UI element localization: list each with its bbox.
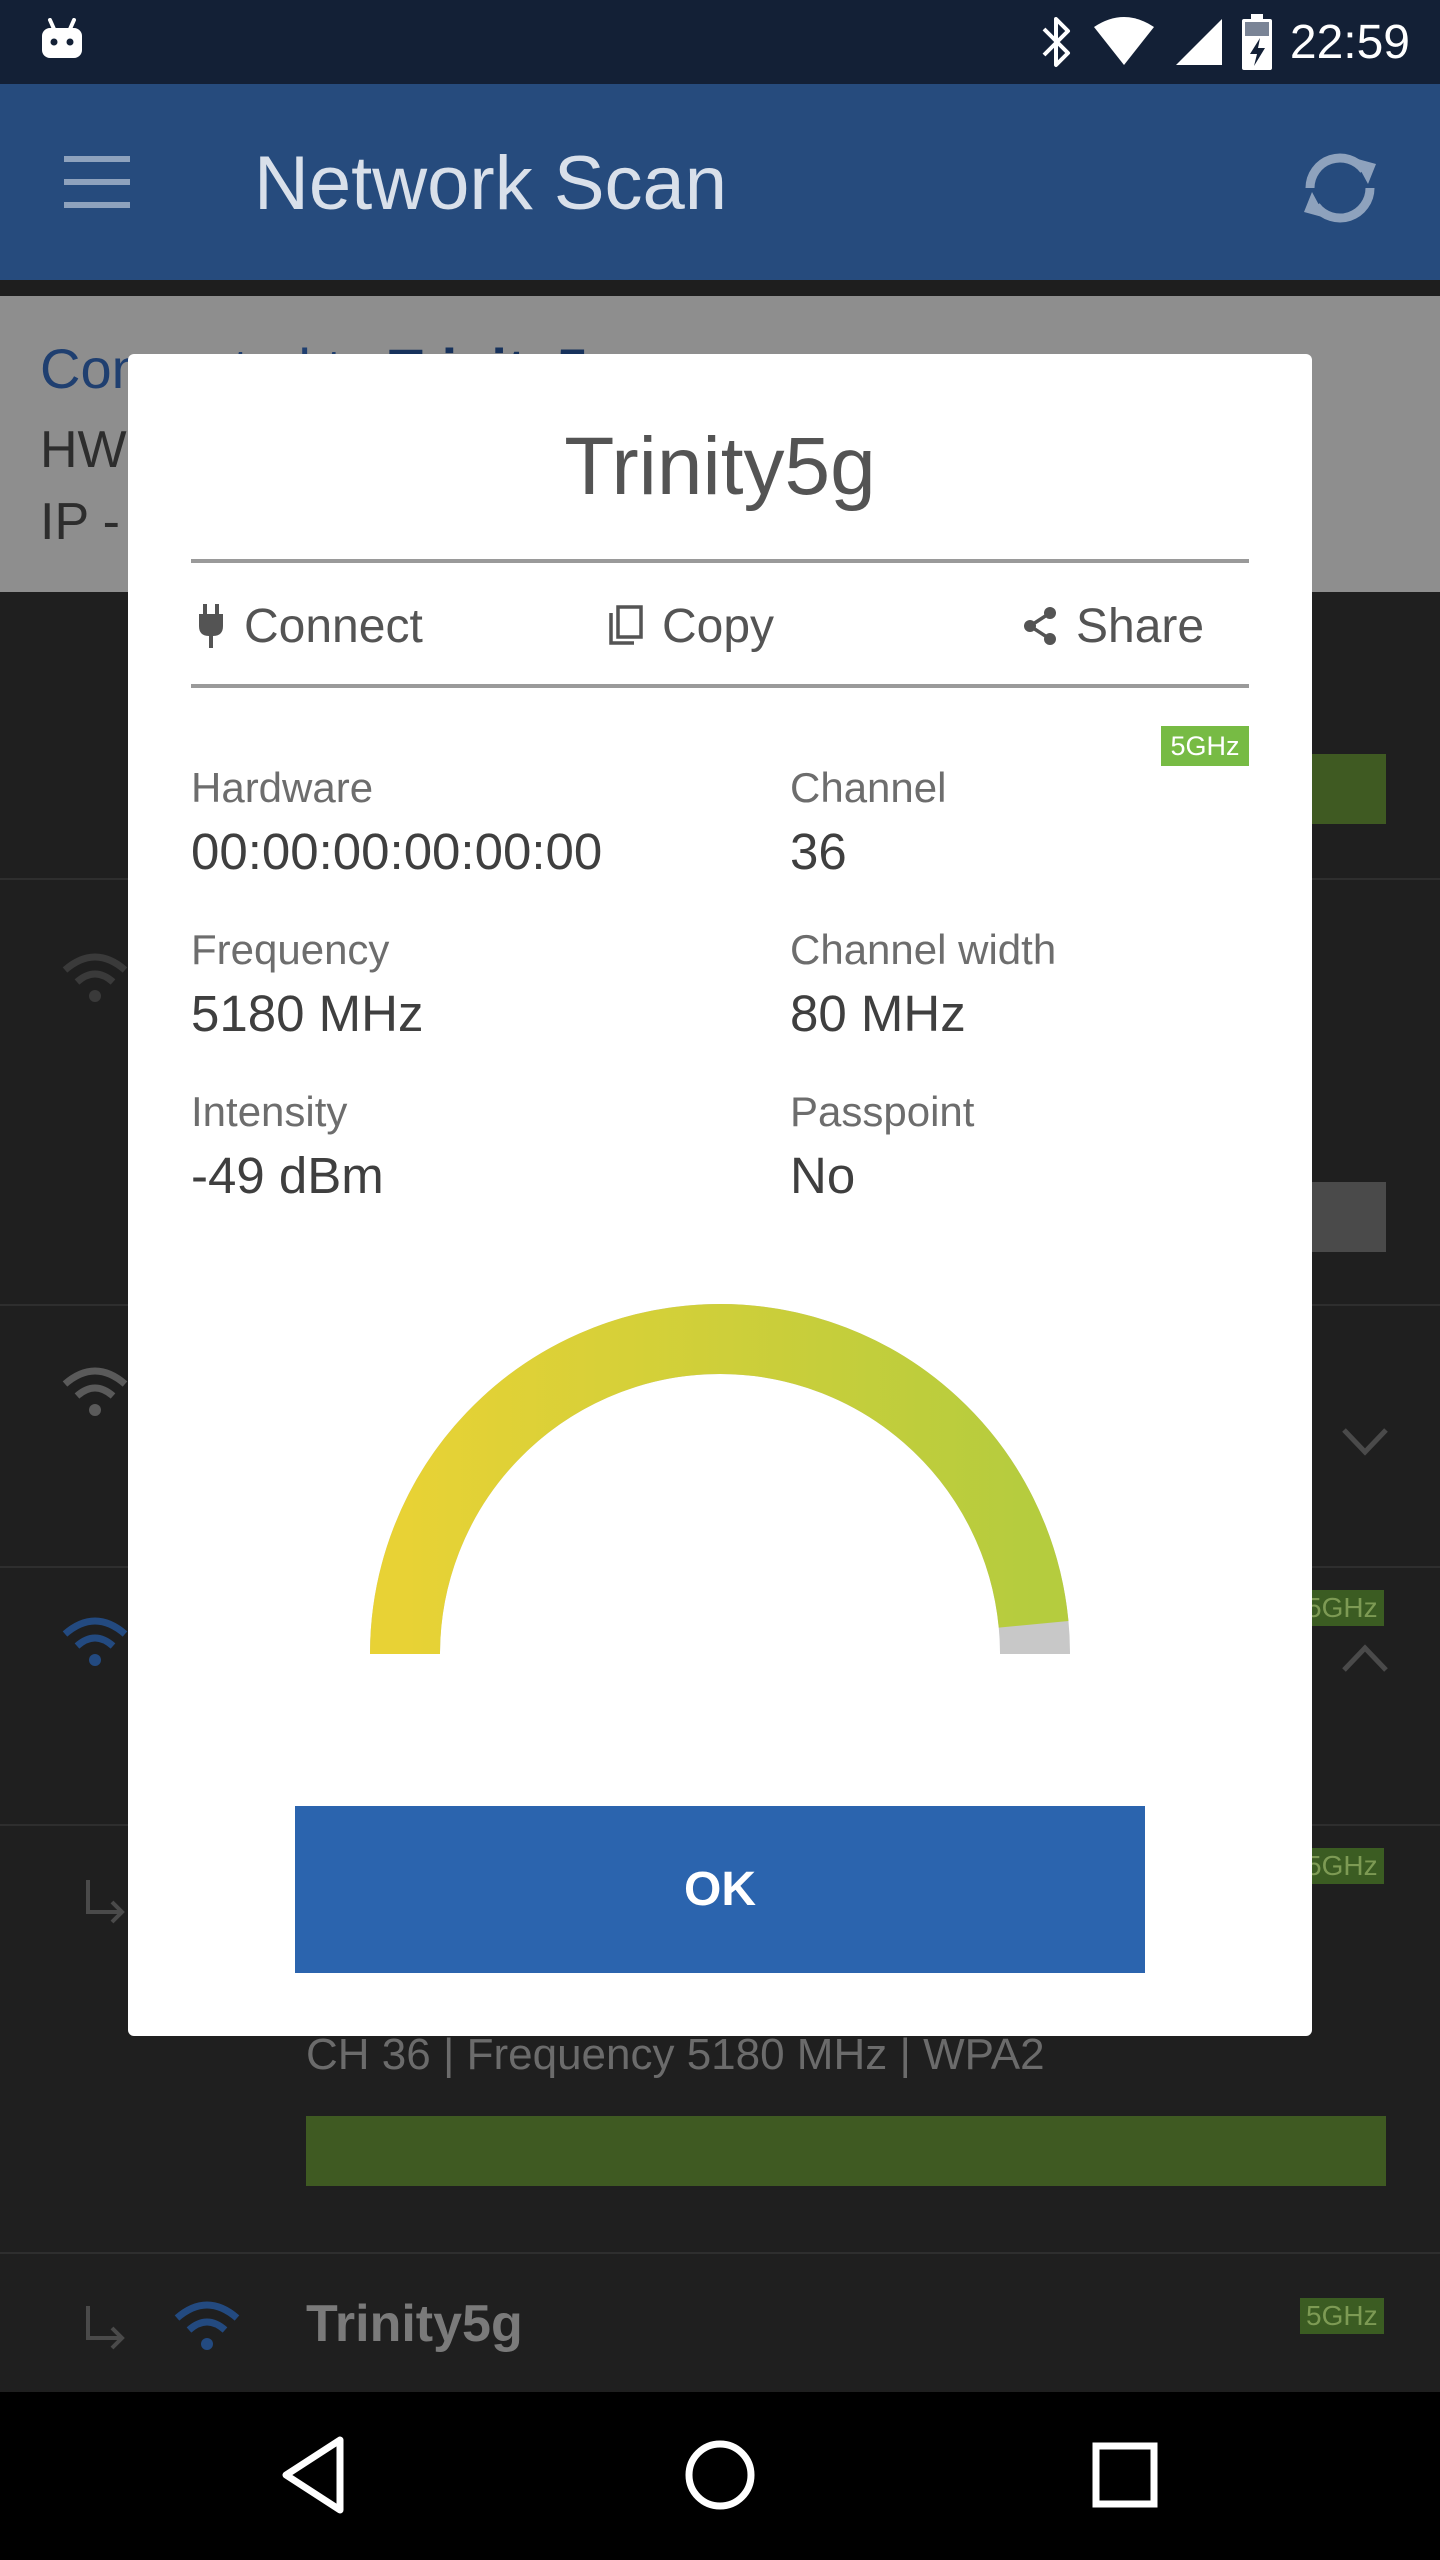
field-label: Intensity [191, 1088, 348, 1135]
back-icon[interactable] [270, 2430, 360, 2520]
connect-button[interactable]: Connect [196, 586, 423, 666]
channel-width-field: Channel width 80 MHz [790, 924, 1056, 1046]
signal-bar [1300, 1182, 1386, 1252]
navigation-bar [0, 2392, 1440, 2560]
copy-label: Copy [662, 599, 775, 653]
battery-charging-icon [1241, 14, 1272, 70]
sub-arrow-icon [86, 2306, 125, 2350]
ok-button[interactable]: OK [295, 1806, 1145, 1973]
signal-bar [1300, 754, 1386, 824]
wifi-connected-icon [62, 1617, 128, 1666]
share-label: Share [1076, 599, 1205, 653]
android-icon [42, 18, 82, 58]
field-value: 00:00:00:00:00:00 [191, 823, 603, 880]
chevron-up-icon[interactable] [1340, 1634, 1390, 1684]
refresh-icon[interactable] [1296, 144, 1384, 232]
share-icon [1024, 607, 1056, 645]
signal-strength-gauge [370, 1304, 1070, 1655]
divider [191, 684, 1249, 688]
sub-arrow-icon [86, 1880, 125, 1924]
dialog-title: Trinity5g [564, 421, 876, 512]
field-value: 5180 MHz [191, 985, 424, 1042]
share-button[interactable]: Share [1022, 586, 1204, 666]
app-title: Network Scan [254, 141, 728, 226]
copy-button[interactable]: Copy [608, 586, 774, 666]
chevron-down-icon[interactable] [1340, 1416, 1390, 1466]
passpoint-field: Passpoint No [790, 1086, 974, 1208]
app-bar: Network Scan [0, 84, 1440, 280]
hardware-label: HW [40, 421, 127, 479]
field-label: Channel [790, 764, 947, 811]
band-badge: 5GHz [1161, 726, 1249, 766]
list-item[interactable]: Trinity5g 5GHz [0, 2254, 1440, 2394]
ip-label: IP - [40, 493, 120, 551]
recents-icon[interactable] [1080, 2430, 1170, 2520]
status-bar: 22:59 [0, 0, 1440, 84]
intensity-field: Intensity -49 dBm [191, 1086, 384, 1208]
field-label: Hardware [191, 764, 374, 811]
field-label: Frequency [191, 926, 390, 973]
connect-label: Connect [244, 599, 423, 653]
divider [191, 559, 1249, 563]
bluetooth-icon [1042, 17, 1070, 67]
frequency-field: Frequency 5180 MHz [191, 924, 423, 1046]
home-icon[interactable] [675, 2430, 765, 2520]
plug-icon [199, 604, 223, 648]
wifi-icon [62, 953, 128, 1002]
wifi-icon [62, 1367, 128, 1416]
field-label: Passpoint [790, 1088, 975, 1135]
hardware-field: Hardware 00:00:00:00:00:00 [191, 762, 602, 884]
field-value: 80 MHz [790, 985, 966, 1042]
wifi-signal-icon [1093, 17, 1154, 65]
field-value: No [790, 1147, 856, 1204]
menu-icon[interactable] [64, 156, 130, 208]
copy-icon [609, 605, 643, 645]
channel-field: Channel 36 [790, 762, 946, 884]
wifi-icon [174, 2301, 240, 2350]
network-details-dialog: Trinity5g Connect Copy Share 5GHz Hardwa… [128, 354, 1312, 2036]
gauge-fill [370, 1304, 1069, 1655]
network-name: Trinity5g [306, 2295, 523, 2353]
band-badge: 5GHz [1300, 1848, 1384, 1884]
clock: 22:59 [1289, 15, 1410, 69]
signal-bar [306, 2116, 1386, 2186]
field-label: Channel width [790, 926, 1057, 973]
network-details: CH 36 | Frequency 5180 MHz | WPA2 [306, 2030, 1045, 2079]
band-badge: 5GHz [1300, 1590, 1384, 1626]
field-value: -49 dBm [191, 1147, 384, 1204]
field-value: 36 [790, 823, 847, 880]
band-badge: 5GHz [1300, 2298, 1384, 2334]
cell-signal-icon [1175, 19, 1222, 65]
